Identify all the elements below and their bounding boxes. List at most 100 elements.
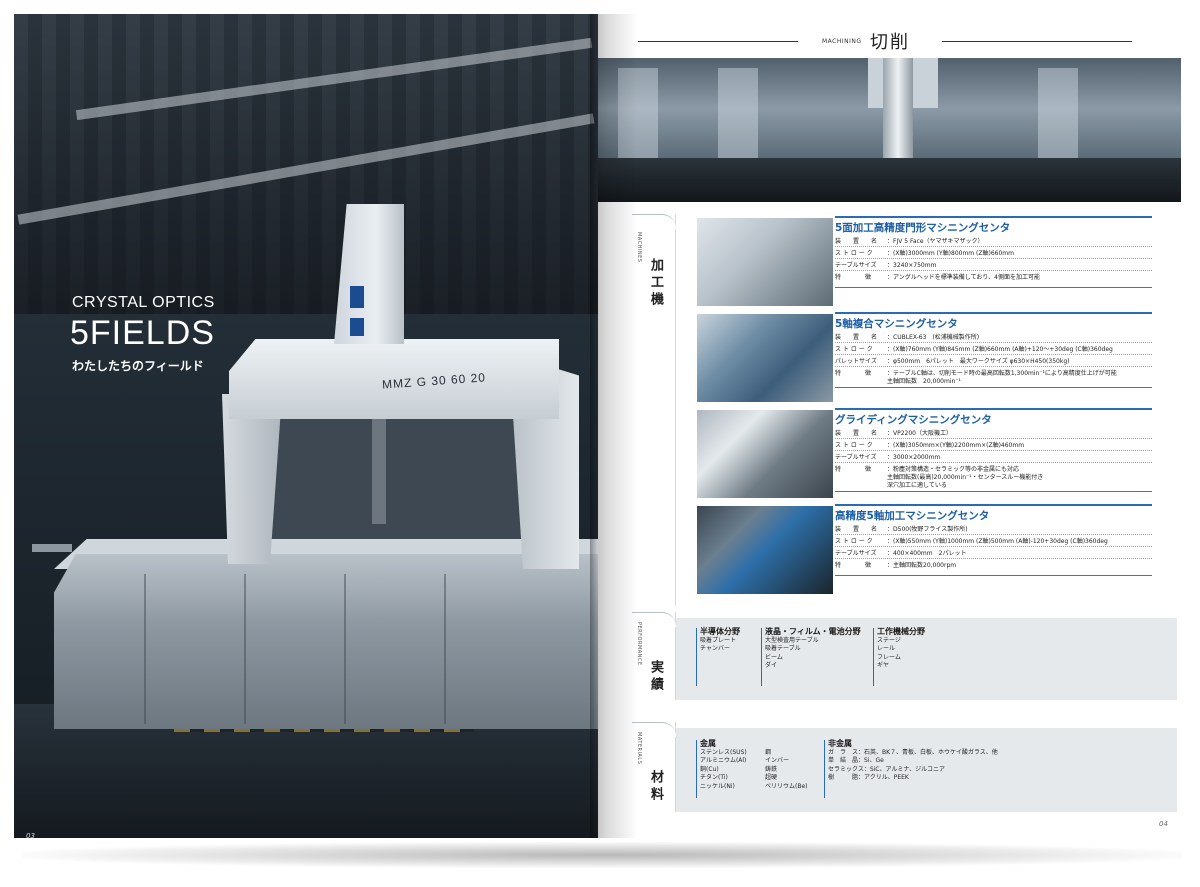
performance-item: フレーム	[877, 653, 901, 661]
performance-heading: 工作機械分野	[877, 627, 925, 636]
machine-3-spec: ス ト ロ ー ク ：(X軸)3050mm×(Y軸)2200mm×(Z軸)460m…	[835, 440, 1152, 451]
material-item: 鋳鉄	[765, 765, 778, 773]
hero-tagline: わたしたちのフィールド	[72, 359, 204, 373]
spec-value-line-2: 主軸回転数 20,000min⁻¹	[887, 378, 961, 385]
machine-1-spec: 特 徴 ：アングルヘッドを標準装備しており、4側面を加工可能	[835, 272, 1152, 288]
spec-value: ：CUBLEX-63 (松浦機械製作所)	[887, 334, 980, 341]
spec-key: ス ト ロ ー ク	[835, 442, 873, 449]
spec-key: テーブルサイズ	[835, 262, 877, 269]
performance-item: チャンバー	[700, 645, 730, 653]
hero-subtitle: CRYSTAL OPTICS	[72, 294, 215, 311]
performance-label-en: PERFORMANCE	[636, 622, 642, 666]
brand-badge	[350, 318, 364, 336]
header-rule	[942, 41, 1132, 42]
machine-2-spec: ス ト ロ ー ク ：(X軸)760mm (Y軸)845mm (Z軸)660mm …	[835, 344, 1152, 355]
brochure-spread: MMZ G 30 60 20 CRYSTAL OPTICS 5FIELDS わた…	[0, 0, 1200, 887]
spec-key: テーブルサイズ	[835, 454, 877, 461]
spec-value: ：D500(牧野フライス製作所)	[887, 526, 968, 533]
material-item: ベリリウム(Be)	[765, 782, 808, 790]
machine-3-spec: テーブルサイズ ：3000×2000mm	[835, 452, 1152, 463]
machine-photo-3	[697, 410, 833, 498]
machining-banner-photo	[598, 58, 1181, 202]
material-item: チタン(Ti)	[700, 774, 728, 782]
spread-gutter	[590, 14, 608, 838]
machines-label-en: MACHINES	[636, 232, 642, 263]
machine-2-spec: 特 徴 ：テーブルC軸は、切削モード時の最高回転数1,300min⁻¹により高精度…	[835, 368, 1152, 388]
banner-spindle	[883, 58, 913, 158]
performance-heading: 液晶・フィルム・電池分野	[765, 627, 861, 636]
spec-value-line-2: 主軸回転数(最高)20,000min⁻¹・センタースルー機能付き	[887, 474, 1044, 481]
spec-key: 特 徴	[835, 274, 872, 281]
performance-item: ステージ	[877, 637, 901, 644]
hero-title: 5FIELDS	[70, 314, 215, 352]
machine-title-3: グライディングマシニングセンタ	[835, 408, 1152, 427]
performance-item: レール	[877, 645, 896, 653]
machine-photo-2	[697, 314, 833, 402]
material-item: セラミックス：SiC、アルミナ、ジルコニア	[828, 765, 946, 773]
header-english: MACHINING	[822, 38, 862, 45]
spec-value: ：(X軸)3050mm×(Y軸)2200mm×(Z軸)460mm	[887, 442, 1025, 449]
stool	[32, 544, 72, 552]
materials-metal-2: 鋼 インバー 鋳鉄 超硬 ベリリウム(Be)	[765, 749, 808, 791]
spec-key: 特 徴	[835, 562, 872, 569]
material-item: 超硬	[765, 774, 778, 782]
machine-4-spec: 装 置 名 ：D500(牧野フライス製作所)	[835, 524, 1152, 535]
performance-machine-tools: 工作機械分野 ステージ レール フレーム ギヤ	[877, 626, 925, 671]
spec-value: ：粉塵対策構造・セラミック等の非金属にも対応	[887, 466, 1020, 473]
spec-value: ：(X軸)550mm (Y軸)1000mm (Z軸)500mm (A軸)-120…	[887, 538, 1108, 545]
column-rule	[761, 628, 762, 686]
materials-heading: 非金属	[828, 739, 852, 748]
page-number-right: 04	[1159, 820, 1168, 828]
spec-value: ：3240×750mm	[887, 262, 937, 269]
spec-key: ス ト ロ ー ク	[835, 250, 873, 257]
material-item: 銅(Cu)	[700, 765, 719, 773]
right-page: MACHINING 切削 MACHINES 加工機 5面加工高精度門形マシニング…	[598, 14, 1181, 838]
panel-seam	[444, 574, 446, 724]
column-rule	[824, 740, 825, 798]
spec-value: ：3000×2000mm	[887, 454, 941, 461]
machines-label-jp: 加工機	[648, 258, 663, 309]
spec-value: ：VP2200（大阪機工）	[887, 430, 952, 437]
materials-nonmetal: 非金属 ガ ラ ス：石英、BK７、青板、白板、ホウケイ酸ガラス、他 単 結 晶：…	[828, 738, 998, 783]
spec-value: ：テーブルC軸は、切削モード時の最高回転数1,300min⁻¹により高精度仕上げ…	[887, 370, 1117, 377]
performance-item: ギヤ	[877, 662, 890, 670]
machine-1-spec: テーブルサイズ ：3240×750mm	[835, 260, 1152, 271]
machine-4-spec: テーブルサイズ ：400×400mm 2パレット	[835, 548, 1152, 559]
spec-value: ：φ500mm 6パレット 最大ワークサイズ φ630×H450(350kg)	[887, 358, 1070, 365]
spec-key: 装 置 名	[835, 238, 878, 245]
material-item: 鋼	[765, 749, 772, 756]
materials-metal: 金属 ステンレス(SUS) アルミニウム(Al) 銅(Cu) チタン(Ti) ニ…	[700, 738, 747, 791]
performance-item: ビーム	[765, 653, 783, 661]
material-item: 樹 脂：アクリル、PEEK	[828, 774, 909, 782]
performance-label-jp: 実績	[648, 660, 663, 694]
performance-semiconductor: 半導体分野 吸着プレート チャンバー	[700, 626, 740, 654]
performance-item: 吸着プレート	[700, 637, 737, 644]
spec-key: パレットサイズ	[835, 358, 877, 365]
spec-value: ：FJV 5 Face（ヤマザキマザック）	[887, 238, 984, 245]
machine-photo-4	[697, 506, 833, 594]
spec-key: ス ト ロ ー ク	[835, 346, 873, 353]
spec-key: 特 徴	[835, 466, 872, 473]
spread-shadow	[22, 842, 1182, 868]
panel-seam	[344, 574, 346, 724]
machine-4-spec: ス ト ロ ー ク ：(X軸)550mm (Y軸)1000mm (Z軸)500mm…	[835, 536, 1152, 547]
machine-title-1: 5面加工高精度門形マシニングセンタ	[835, 216, 1152, 235]
performance-item: 吸着テーブル	[765, 645, 801, 653]
spec-value: ：主軸回転数20,000rpm	[887, 562, 957, 569]
performance-heading: 半導体分野	[700, 627, 740, 636]
materials-label-jp: 材料	[648, 770, 663, 804]
spec-key: テーブルサイズ	[835, 550, 877, 557]
machine-3-spec: 装 置 名 ：VP2200（大阪機工）	[835, 428, 1152, 439]
spec-value: ：400×400mm 2パレット	[887, 550, 967, 557]
machine-1-spec: ス ト ロ ー ク ：(X軸)3000mm (Y軸)800mm (Z軸)660mm	[835, 248, 1152, 259]
material-item: インバー	[765, 757, 790, 765]
header-rule	[638, 41, 798, 42]
materials-label-en: MATERIALS	[636, 732, 642, 765]
machine-base	[54, 554, 598, 729]
performance-item: ダイ	[765, 662, 778, 670]
column-rule	[696, 628, 697, 686]
column-rule	[696, 740, 697, 798]
machine-1-spec: 装 置 名 ：FJV 5 Face（ヤマザキマザック）	[835, 236, 1152, 247]
machine-title-2: 5軸複合マシニングセンタ	[835, 312, 1152, 331]
panel-seam	[244, 574, 246, 724]
